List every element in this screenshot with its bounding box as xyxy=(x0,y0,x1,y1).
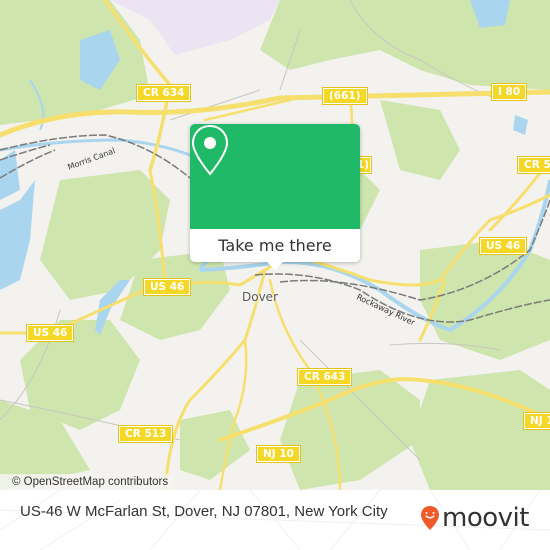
road-label: (661) xyxy=(322,87,368,105)
map-pin-icon xyxy=(191,124,229,176)
road-label: NJ 10 xyxy=(256,445,301,463)
map-attribution[interactable]: © OpenStreetMap contributors xyxy=(0,474,175,490)
map[interactable]: CR 634 (661) I 80 1) CR 513 US 46 US 46 … xyxy=(0,0,550,490)
road-label: I 80 xyxy=(490,83,528,101)
address-text: US-46 W McFarlan St, Dover, NJ 07801, Ne… xyxy=(20,503,388,520)
place-label-dover: Dover xyxy=(242,290,278,304)
road-label: US 46 xyxy=(478,237,528,255)
popup-pointer xyxy=(267,262,283,270)
road-label: CR 513 xyxy=(516,156,550,174)
footer: US-46 W McFarlan St, Dover, NJ 07801, Ne… xyxy=(0,490,550,550)
moovit-wordmark: moovit xyxy=(442,503,529,533)
location-popup: Take me there xyxy=(190,124,360,270)
road-label: CR 634 xyxy=(135,84,192,102)
road-label: US 46 xyxy=(142,278,192,296)
moovit-pin-icon xyxy=(421,506,439,530)
popup-header xyxy=(190,124,360,229)
road-label: CR 643 xyxy=(296,368,353,386)
road-label: US 46 xyxy=(25,324,75,342)
moovit-logo[interactable]: moovit xyxy=(420,505,529,531)
road-label: CR 513 xyxy=(117,425,174,443)
take-me-there-button[interactable]: Take me there xyxy=(190,229,360,262)
road-label: NJ 10 xyxy=(523,412,550,430)
